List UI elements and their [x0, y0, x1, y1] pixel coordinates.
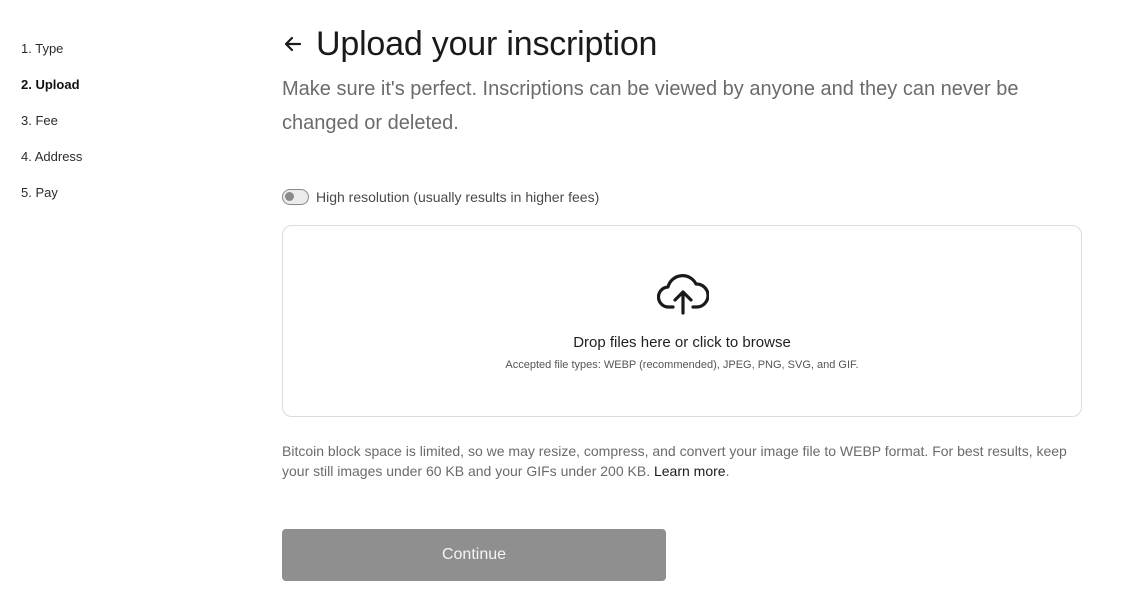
accepted-file-types: Accepted file types: WEBP (recommended),…: [505, 359, 859, 371]
step-address[interactable]: 4. Address: [21, 148, 82, 184]
step-type[interactable]: 1. Type: [21, 40, 82, 76]
step-list: 1. Type 2. Upload 3. Fee 4. Address 5. P…: [21, 40, 82, 220]
file-dropzone[interactable]: Drop files here or click to browse Accep…: [282, 225, 1082, 417]
size-note: Bitcoin block space is limited, so we ma…: [282, 443, 1067, 479]
toggle-knob: [285, 192, 294, 201]
page-title: Upload your inscription: [316, 25, 658, 63]
upload-page: 1. Type 2. Upload 3. Fee 4. Address 5. P…: [0, 0, 1127, 616]
step-upload[interactable]: 2. Upload: [21, 76, 82, 112]
high-resolution-toggle[interactable]: [282, 189, 309, 205]
high-resolution-label: High resolution (usually results in high…: [316, 189, 600, 205]
continue-button[interactable]: Continue: [282, 529, 666, 581]
page-subtitle: Make sure it's perfect. Inscriptions can…: [282, 78, 1019, 134]
header: Upload your inscription: [282, 22, 657, 66]
dropzone-title: Drop files here or click to browse: [573, 334, 791, 351]
step-fee[interactable]: 3. Fee: [21, 112, 82, 148]
step-pay[interactable]: 5. Pay: [21, 184, 82, 220]
arrow-left-icon: [284, 36, 302, 52]
learn-more-link[interactable]: Learn more: [654, 463, 726, 479]
cloud-upload-icon: [657, 274, 709, 315]
high-resolution-row: High resolution (usually results in high…: [282, 187, 599, 207]
back-button[interactable]: [282, 33, 304, 55]
